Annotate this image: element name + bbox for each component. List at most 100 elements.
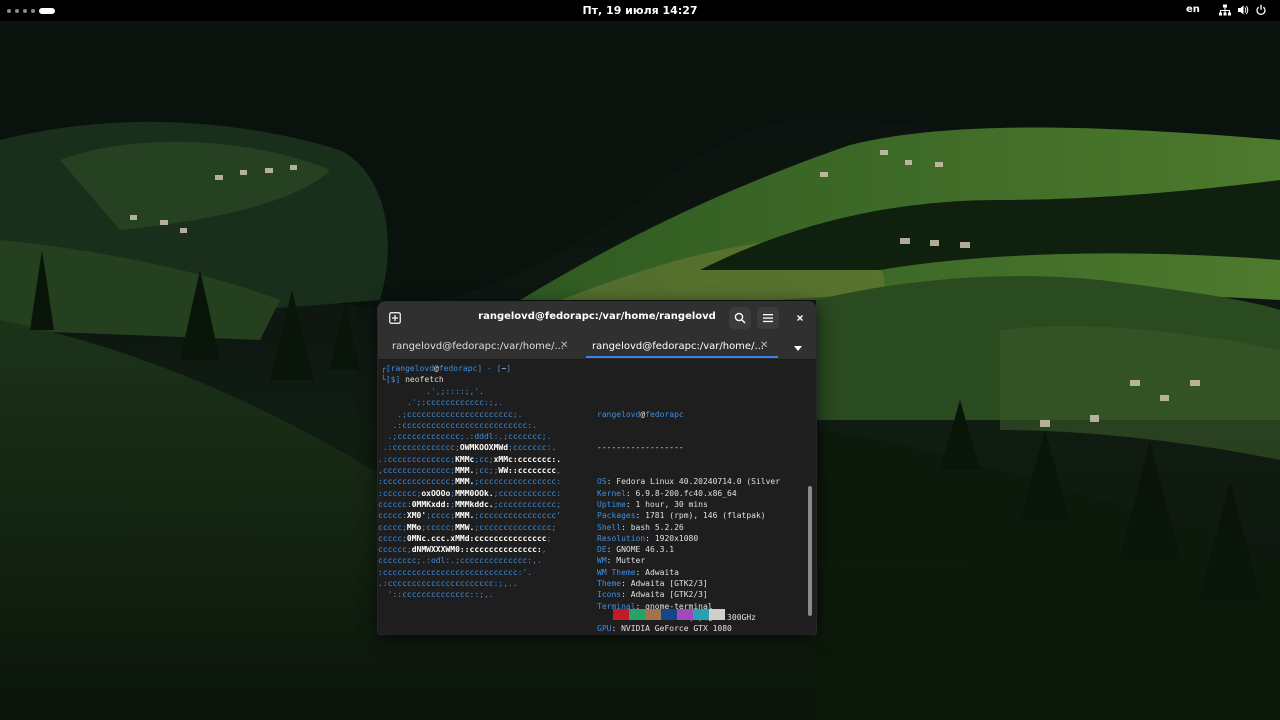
new-tab-button[interactable] xyxy=(384,307,406,329)
info-key: Uptime xyxy=(597,499,626,509)
color-palette xyxy=(597,586,725,634)
power-icon xyxy=(1256,4,1266,16)
palette-swatch xyxy=(597,608,613,620)
tab-bar: rangelovd@fedorapc:/var/home/... ✕ range… xyxy=(378,334,816,360)
ascii-logo-line: :cccccccccccccccccccccccccccc:'. xyxy=(378,567,533,577)
ascii-logo-line: cccccc:0MMKxdd:;MMMkddc.;cccccccccccc; xyxy=(378,499,562,509)
window-title: rangelovd@fedorapc:/var/home/rangelovd xyxy=(478,311,716,322)
info-value: Fedora Linux 40.20240714.0 (Silver xyxy=(616,477,781,487)
ascii-logo-line: ,cccccccccccccc;MMM.;cc;;WW::cccccccc, xyxy=(378,466,562,476)
info-line: WM Theme: Adwaita xyxy=(597,567,679,577)
info-value: 1 hour, 30 mins xyxy=(635,499,708,509)
info-key: WM xyxy=(597,556,607,566)
terminal-window[interactable]: rangelovd@fedorapc:/var/home/rangelovd r… xyxy=(378,302,816,634)
ascii-logo-line: .:cccccccccccccccccccccccccc:. xyxy=(378,420,537,430)
ascii-logo-line: cccccc;dNMWXXXWM0::cccccccccccccc:, xyxy=(378,545,547,555)
ascii-logo-line: .:cccccccccccccccccccccc:;,.. xyxy=(378,579,518,589)
main-menu-button[interactable] xyxy=(757,307,779,329)
tab-label: rangelovd@fedorapc:/var/home/... xyxy=(592,341,764,352)
ascii-logo-line: :cccccccccccccc;MMM.;cccccccccccccccc: xyxy=(378,477,562,487)
workspace-indicator[interactable] xyxy=(7,6,55,15)
workspace-dot[interactable] xyxy=(7,8,11,13)
ascii-logo-line: ccccc;0MNc.ccc.xMMd:ccccccccccccccc; xyxy=(378,533,552,543)
tab-close-icon[interactable]: ✕ xyxy=(760,340,768,351)
tab-list-dropdown-icon[interactable] xyxy=(790,342,806,354)
typed-command: neofetch xyxy=(405,375,444,385)
terminal-scrollbar[interactable] xyxy=(808,486,812,616)
info-user: rangelovd xyxy=(597,409,641,419)
tab-close-icon[interactable]: ✕ xyxy=(560,340,568,351)
keyboard-layout-indicator[interactable]: en xyxy=(1186,4,1200,15)
tab-label: rangelovd@fedorapc:/var/home/... xyxy=(392,341,564,352)
info-header: rangelovd@fedorapc xyxy=(597,409,780,420)
palette-swatch xyxy=(709,608,725,620)
close-window-button[interactable] xyxy=(789,307,811,329)
prompt-host: fedorapc xyxy=(438,364,478,373)
workspace-dot[interactable] xyxy=(15,8,19,13)
ascii-logo-line: .:ccccccccccccc;OWMKOOXMWd;ccccccc:. xyxy=(378,443,557,453)
info-value: 1781 (rpm), 146 (flatpak) xyxy=(645,511,766,521)
hamburger-menu-icon xyxy=(763,314,773,323)
info-key: Kernel xyxy=(597,488,626,498)
info-key: DE xyxy=(597,545,607,555)
gnome-top-bar: Пт, 19 июля 14:27 en xyxy=(0,0,1280,21)
prompt-sign: [$] xyxy=(385,375,401,385)
window-headerbar[interactable]: rangelovd@fedorapc:/var/home/rangelovd xyxy=(378,302,816,334)
prompt-user: rangelovd xyxy=(390,364,435,373)
volume-icon xyxy=(1238,5,1249,15)
info-separator: ------------------ xyxy=(597,443,684,453)
info-line: Resolution: 1920x1080 xyxy=(597,533,699,543)
info-key: WM Theme xyxy=(597,567,636,577)
ascii-logo-line: ccccc:XM0';cccc;MMM.;cccccccccccccccc' xyxy=(378,511,562,521)
ascii-logo-line: .';:cccccccccccc:;,. xyxy=(378,398,504,408)
info-value: 1920x1080 xyxy=(654,533,699,543)
palette-swatch xyxy=(613,608,629,620)
ascii-logo-line: .:ccccccccccccc;KMMc;cc;xMMc:ccccccc:. xyxy=(378,454,562,464)
new-tab-icon xyxy=(389,312,401,324)
active-tab-underline xyxy=(586,356,778,358)
info-line: Shell: bash 5.2.26 xyxy=(597,522,684,532)
palette-swatch xyxy=(677,608,693,620)
info-line: Packages: 1781 (rpm), 146 (flatpak) xyxy=(597,511,766,521)
network-icon xyxy=(1219,4,1231,16)
info-value: Adwaita xyxy=(645,567,679,577)
info-host: fedorapc xyxy=(645,409,684,419)
info-key: OS xyxy=(597,477,607,487)
ascii-logo-line: cccccccc;.:odl:.;cccccccccccccc:,. xyxy=(378,556,542,566)
fedora-ascii-logo: .',;::::;,'. .';:cccccccccccc:;,. .;cccc… xyxy=(378,386,561,601)
info-key: Shell xyxy=(597,522,622,532)
ascii-logo-line: :ccccccc;oxOOOo;MMM0OOk.;cccccccccccc: xyxy=(378,488,562,498)
info-line: DE: GNOME 46.3.1 xyxy=(597,545,675,555)
ascii-logo-line: ccccc;MMo;ccccc;MMW.;ccccccccccccccc; xyxy=(378,522,557,532)
search-button[interactable] xyxy=(729,307,751,329)
ascii-logo-line: .;ccccccccccccc;.:dddl:.;ccccccc;. xyxy=(378,432,552,442)
info-line: Kernel: 6.9.8-200.fc40.x86_64 xyxy=(597,488,737,498)
workspace-active-indicator[interactable] xyxy=(39,7,55,14)
ascii-logo-line: .',;::::;,'. xyxy=(378,387,484,396)
palette-swatch xyxy=(661,608,677,620)
shell-prompt: ┌[rangelovd@fedorapc] - [~] └[$] neofetc… xyxy=(381,364,512,385)
terminal-tab[interactable]: rangelovd@fedorapc:/var/home/... ✕ xyxy=(378,336,574,358)
info-line: WM: Mutter xyxy=(597,556,646,566)
search-icon xyxy=(734,312,746,324)
palette-swatch xyxy=(645,608,661,620)
ascii-logo-line: '::cccccccccccccc::;,. xyxy=(378,590,494,600)
terminal-tab-active[interactable]: rangelovd@fedorapc:/var/home/... ✕ xyxy=(578,336,778,358)
terminal-output[interactable]: ┌[rangelovd@fedorapc] - [~] └[$] neofetc… xyxy=(378,361,816,634)
info-line: OS: Fedora Linux 40.20240714.0 (Silver xyxy=(597,477,781,487)
palette-swatch xyxy=(629,608,645,620)
workspace-dot[interactable] xyxy=(31,8,35,13)
info-key: Resolution xyxy=(597,533,646,543)
info-line: Uptime: 1 hour, 30 mins xyxy=(597,499,708,509)
info-value: bash 5.2.26 xyxy=(630,522,684,532)
close-icon xyxy=(797,315,803,321)
palette-swatch xyxy=(693,608,709,620)
info-value: 6.9.8-200.fc40.x86_64 xyxy=(635,488,737,498)
workspace-dot[interactable] xyxy=(23,8,27,13)
clock-datetime[interactable]: Пт, 19 июля 14:27 xyxy=(582,4,697,17)
system-status-area[interactable] xyxy=(1219,4,1267,16)
info-key: Packages xyxy=(597,511,636,521)
info-value: Mutter xyxy=(616,556,646,566)
ascii-logo-line: .;cccccccccccccccccccccc;. xyxy=(378,409,523,419)
palette-row-normal xyxy=(597,608,725,620)
